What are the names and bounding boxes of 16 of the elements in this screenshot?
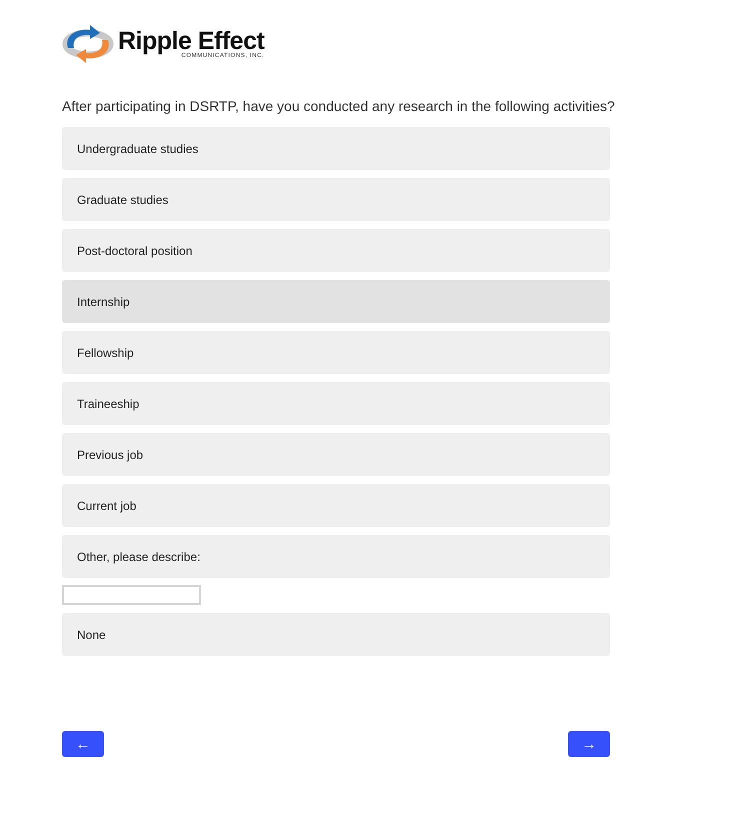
answer-option[interactable]: Current job [62, 484, 610, 527]
swirl-logo-icon [62, 24, 114, 64]
answer-option[interactable]: Graduate studies [62, 178, 610, 221]
logo-name: Ripple Effect [118, 29, 264, 54]
answer-option[interactable]: Internship [62, 280, 610, 323]
answer-option[interactable]: Other, please describe: [62, 535, 610, 578]
next-button[interactable]: → [568, 731, 610, 757]
answer-option[interactable]: Undergraduate studies [62, 127, 610, 170]
question-text: After participating in DSRTP, have you conducted any research in the following activities? [62, 98, 615, 115]
back-button[interactable]: ← [62, 731, 104, 757]
answer-option[interactable]: Post-doctoral position [62, 229, 610, 272]
answer-option[interactable]: Fellowship [62, 331, 610, 374]
describe-input-field[interactable] [62, 585, 201, 605]
answer-option[interactable]: None [62, 613, 610, 656]
answer-option[interactable]: Traineeship [62, 382, 610, 425]
answer-option[interactable]: Previous job [62, 433, 610, 476]
